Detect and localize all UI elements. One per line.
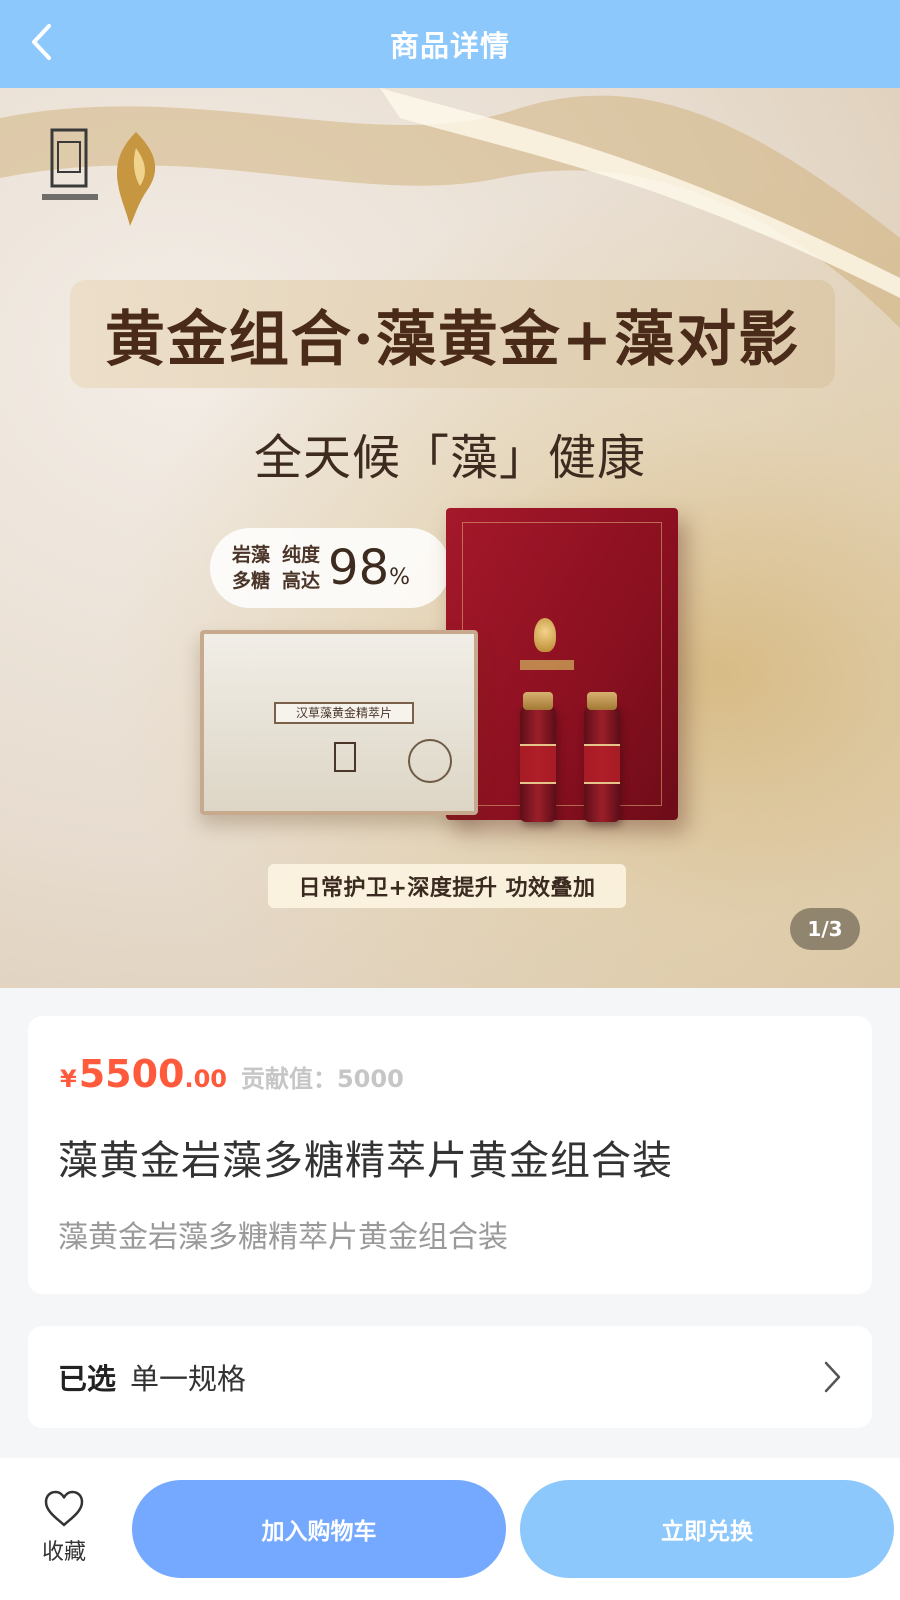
- chevron-right-icon: [824, 1361, 841, 1393]
- purity-value: 98: [328, 540, 390, 596]
- bottle-image: [520, 692, 556, 822]
- page-title: 商品详情: [389, 29, 510, 63]
- back-button[interactable]: [18, 14, 66, 70]
- box-label: 汉草藻黄金精萃片: [274, 702, 414, 724]
- product-image-carousel[interactable]: 黄金组合·藻黄金+藻对影 全天候「藻」健康 岩藻 多糖 纯度 高达 98 % 汉…: [0, 88, 900, 988]
- contribution-value: 贡献值：5000: [240, 1065, 404, 1093]
- brand-logo-icon: [42, 128, 156, 226]
- favorite-label: 收藏: [41, 1540, 86, 1565]
- purity-label-right: 纯度 高达: [282, 544, 321, 592]
- price-currency: ¥: [60, 1065, 77, 1093]
- price-cents: .00: [184, 1065, 227, 1093]
- benefit-tagline: 日常护卫+深度提升 功效叠加: [268, 864, 626, 908]
- top-nav-bar: 商品详情: [0, 0, 900, 88]
- add-to-cart-button[interactable]: 加入购物车: [132, 1480, 506, 1578]
- subhead-text: 全天候「藻」健康: [253, 430, 646, 486]
- spec-selector[interactable]: 已选 单一规格: [28, 1326, 872, 1428]
- gold-emblem-icon: [534, 618, 556, 652]
- product-title: 藻黄金岩藻多糖精萃片黄金组合装: [58, 1138, 673, 1184]
- red-gift-box-image: [446, 508, 678, 820]
- brand-seal-mark: [334, 742, 356, 772]
- purity-badge: 岩藻 多糖 纯度 高达 98 %: [210, 528, 450, 608]
- product-subtitle: 藻黄金岩藻多糖精萃片黄金组合装: [58, 1220, 508, 1255]
- bottom-action-bar: 收藏 加入购物车 立即兑换: [0, 1458, 900, 1600]
- carousel-page-indicator: 1/3: [790, 908, 860, 950]
- purity-unit: %: [389, 564, 411, 590]
- chevron-left-icon: [32, 24, 51, 60]
- purity-label-left: 岩藻 多糖: [232, 544, 271, 592]
- spec-label: 已选: [58, 1362, 117, 1396]
- product-info-card: ¥ 5500 .00 贡献值：5000 藻黄金岩藻多糖精萃片黄金组合装 藻黄金岩…: [28, 1016, 872, 1294]
- spec-value: 单一规格: [130, 1362, 247, 1396]
- redeem-now-button[interactable]: 立即兑换: [520, 1480, 894, 1578]
- white-gift-box-image: 汉草藻黄金精萃片: [200, 630, 478, 815]
- headline-text: 黄金组合·藻黄金+藻对影: [104, 304, 801, 375]
- heart-icon: [44, 1490, 84, 1527]
- headline-banner: 黄金组合·藻黄金+藻对影: [70, 280, 835, 388]
- bottle-image: [584, 692, 620, 822]
- gold-brand-mark: [520, 660, 574, 670]
- favorite-button[interactable]: 收藏: [26, 1490, 102, 1580]
- circular-seal-icon: [408, 739, 452, 783]
- price-row: ¥ 5500 .00 贡献值：5000: [60, 1052, 404, 1096]
- price-value: 5500: [78, 1052, 185, 1096]
